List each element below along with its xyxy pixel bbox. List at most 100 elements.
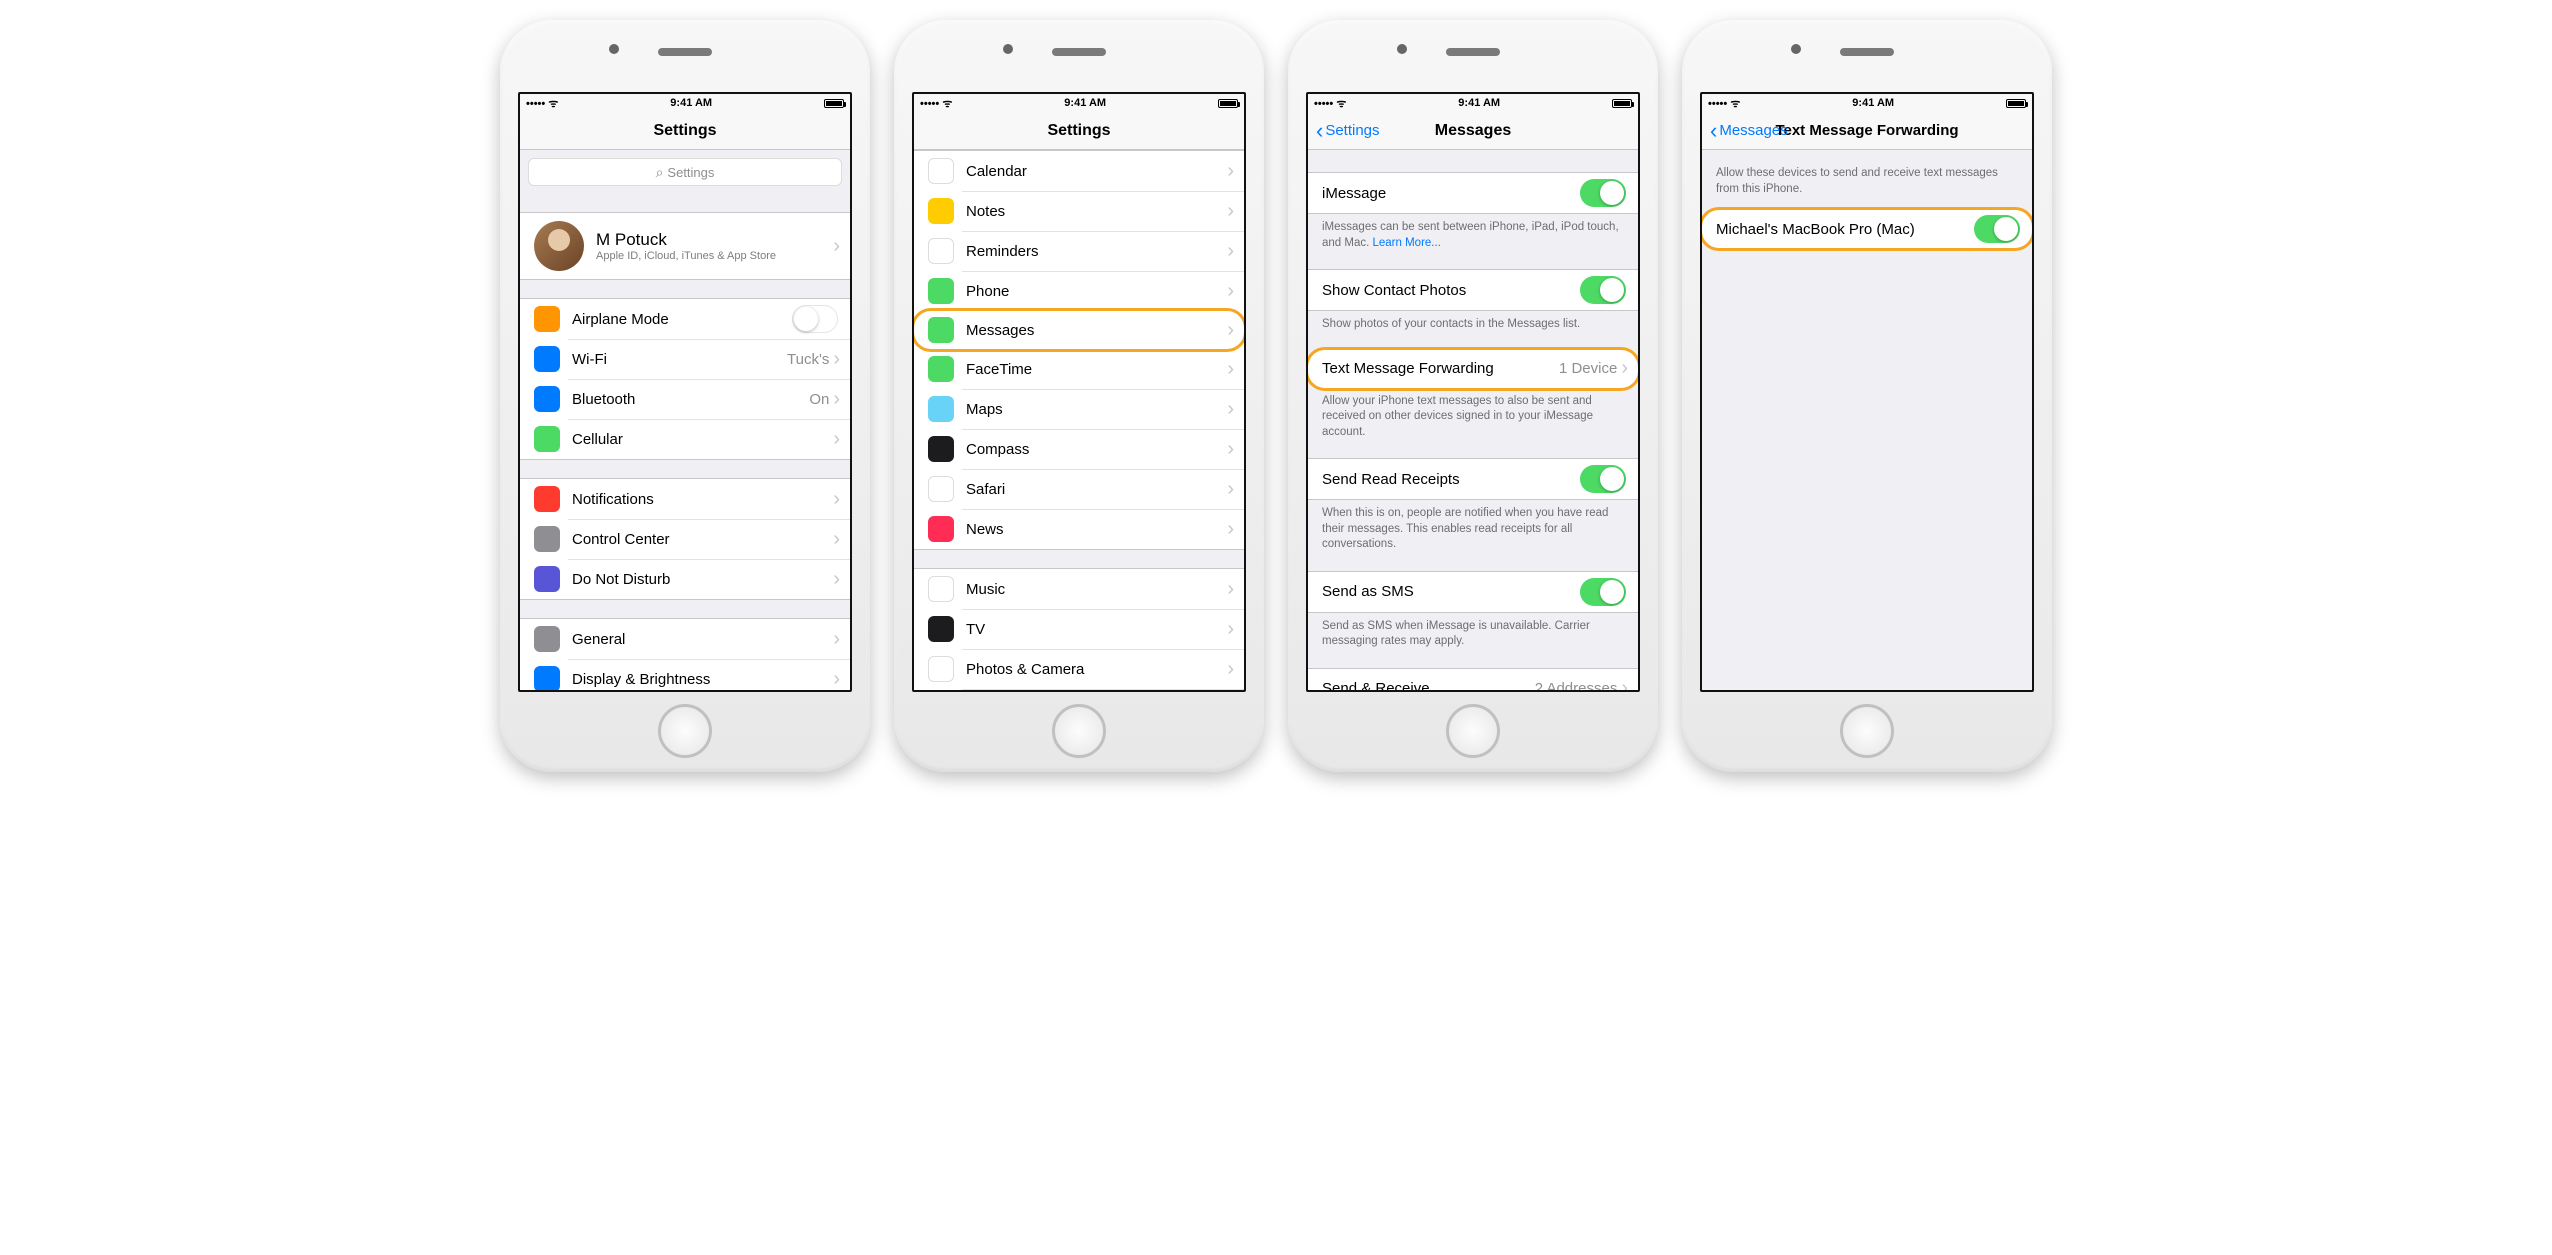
imessage-row[interactable]: iMessage [1308, 173, 1638, 213]
settings-row-reminders[interactable]: Reminders› [914, 231, 1244, 271]
back-label: Messages [1719, 122, 1787, 139]
reminders-icon [928, 238, 954, 264]
row-label: Send Read Receipts [1322, 471, 1580, 488]
row-value: Tuck's [787, 351, 829, 368]
toggle[interactable] [792, 305, 838, 333]
avatar [534, 221, 584, 271]
contact-photos-toggle[interactable] [1580, 276, 1626, 304]
row-label: Notifications [572, 491, 833, 508]
settings-row-wi-fi[interactable]: Wi-FiTuck's› [520, 339, 850, 379]
settings-row-control-center[interactable]: Control Center› [520, 519, 850, 559]
chevron-right-icon: › [1227, 578, 1234, 601]
profile-sub: Apple ID, iCloud, iTunes & App Store [596, 250, 833, 262]
read-receipts-footer: When this is on, people are notified whe… [1308, 500, 1638, 553]
signal-icon [920, 98, 939, 110]
nav-bar: Settings [914, 112, 1244, 150]
back-button[interactable]: ‹Messages [1710, 120, 1788, 142]
row-label: Show Contact Photos [1322, 282, 1580, 299]
settings-row-airplane-mode[interactable]: Airplane Mode [520, 299, 850, 339]
nav-bar: Settings [520, 112, 850, 150]
notes-icon [928, 198, 954, 224]
settings-row-compass[interactable]: Compass› [914, 429, 1244, 469]
row-label: Messages [966, 322, 1227, 339]
read-receipts-row[interactable]: Send Read Receipts [1308, 459, 1638, 499]
profile-name: M Potuck [596, 230, 833, 250]
settings-row-tv[interactable]: TV› [914, 609, 1244, 649]
device-row[interactable]: Michael's MacBook Pro (Mac) [1702, 210, 2032, 248]
row-label: Airplane Mode [572, 311, 792, 328]
send-sms-toggle[interactable] [1580, 578, 1626, 606]
status-time: 9:41 AM [1458, 97, 1500, 109]
page-title: Text Message Forwarding [1775, 122, 1958, 139]
settings-row-messages[interactable]: Messages› [914, 311, 1244, 349]
text-forwarding-row[interactable]: Text Message Forwarding 1 Device › [1308, 350, 1638, 388]
back-button[interactable]: ‹Settings [1316, 120, 1380, 142]
settings-row-music[interactable]: Music› [914, 569, 1244, 609]
tv-icon [928, 616, 954, 642]
search-input[interactable]: Settings [528, 158, 842, 186]
battery-icon [824, 99, 844, 108]
chevron-right-icon: › [1227, 280, 1234, 303]
facetime-icon [928, 356, 954, 382]
row-label: Send & Receive [1322, 680, 1535, 690]
home-button[interactable] [1052, 704, 1106, 758]
home-button[interactable] [658, 704, 712, 758]
wifi-status-icon: ᯤ [1336, 98, 1346, 110]
settings-row-phone[interactable]: Phone› [914, 271, 1244, 311]
contact-photos-footer: Show photos of your contacts in the Mess… [1308, 311, 1638, 333]
profile-row[interactable]: M Potuck Apple ID, iCloud, iTunes & App … [520, 213, 850, 279]
settings-row-notes[interactable]: Notes› [914, 191, 1244, 231]
send-receive-row[interactable]: Send & Receive 2 Addresses › [1308, 669, 1638, 690]
chevron-right-icon: › [833, 348, 840, 371]
status-time: 9:41 AM [1852, 97, 1894, 109]
status-bar: ᯤ 9:41 AM [914, 94, 1244, 112]
notifications-icon [534, 486, 560, 512]
send-sms-row[interactable]: Send as SMS [1308, 572, 1638, 612]
chevron-right-icon: › [833, 488, 840, 511]
settings-row-cellular[interactable]: Cellular› [520, 419, 850, 459]
settings-row-bluetooth[interactable]: BluetoothOn› [520, 379, 850, 419]
nav-bar: ‹Messages Text Message Forwarding [1702, 112, 2032, 150]
read-receipts-toggle[interactable] [1580, 465, 1626, 493]
chevron-right-icon: › [833, 235, 840, 258]
phone-frame-2: ᯤ 9:41 AM Settings Calendar›Notes›Remind… [894, 20, 1264, 772]
news-icon [928, 516, 954, 542]
settings-row-general[interactable]: General› [520, 619, 850, 659]
chevron-left-icon: ‹ [1710, 120, 1717, 142]
page-title: Settings [653, 122, 716, 140]
nav-bar: ‹Settings Messages [1308, 112, 1638, 150]
chevron-right-icon: › [1227, 438, 1234, 461]
contact-photos-row[interactable]: Show Contact Photos [1308, 270, 1638, 310]
imessage-toggle[interactable] [1580, 179, 1626, 207]
chevron-right-icon: › [833, 388, 840, 411]
row-label: Maps [966, 401, 1227, 418]
settings-row-photos-camera[interactable]: Photos & Camera› [914, 649, 1244, 689]
settings-row-do-not-disturb[interactable]: Do Not Disturb› [520, 559, 850, 599]
status-bar: ᯤ 9:41 AM [1702, 94, 2032, 112]
settings-row-facetime[interactable]: FaceTime› [914, 349, 1244, 389]
settings-row-news[interactable]: News› [914, 509, 1244, 549]
chevron-right-icon: › [1227, 658, 1234, 681]
settings-row-calendar[interactable]: Calendar› [914, 151, 1244, 191]
phone-icon [928, 278, 954, 304]
phone-frame-1: ᯤ 9:41 AM Settings Settings M Potuck App… [500, 20, 870, 772]
music-icon [928, 576, 954, 602]
battery-icon [2006, 99, 2026, 108]
home-button[interactable] [1840, 704, 1894, 758]
row-label: News [966, 521, 1227, 538]
chevron-right-icon: › [1227, 518, 1234, 541]
settings-row-notifications[interactable]: Notifications› [520, 479, 850, 519]
chevron-right-icon: › [833, 428, 840, 451]
row-label: Cellular [572, 431, 833, 448]
learn-more-link[interactable]: Learn More... [1373, 237, 1441, 249]
phone-frame-4: ᯤ 9:41 AM ‹Messages Text Message Forward… [1682, 20, 2052, 772]
row-label: TV [966, 621, 1227, 638]
settings-row-display-brightness[interactable]: Display & Brightness› [520, 659, 850, 690]
device-toggle[interactable] [1974, 215, 2020, 243]
home-button[interactable] [1446, 704, 1500, 758]
calendar-icon [928, 158, 954, 184]
settings-row-maps[interactable]: Maps› [914, 389, 1244, 429]
row-value: On [809, 391, 829, 408]
settings-row-ibooks[interactable]: iBooks› [914, 689, 1244, 690]
settings-row-safari[interactable]: Safari› [914, 469, 1244, 509]
